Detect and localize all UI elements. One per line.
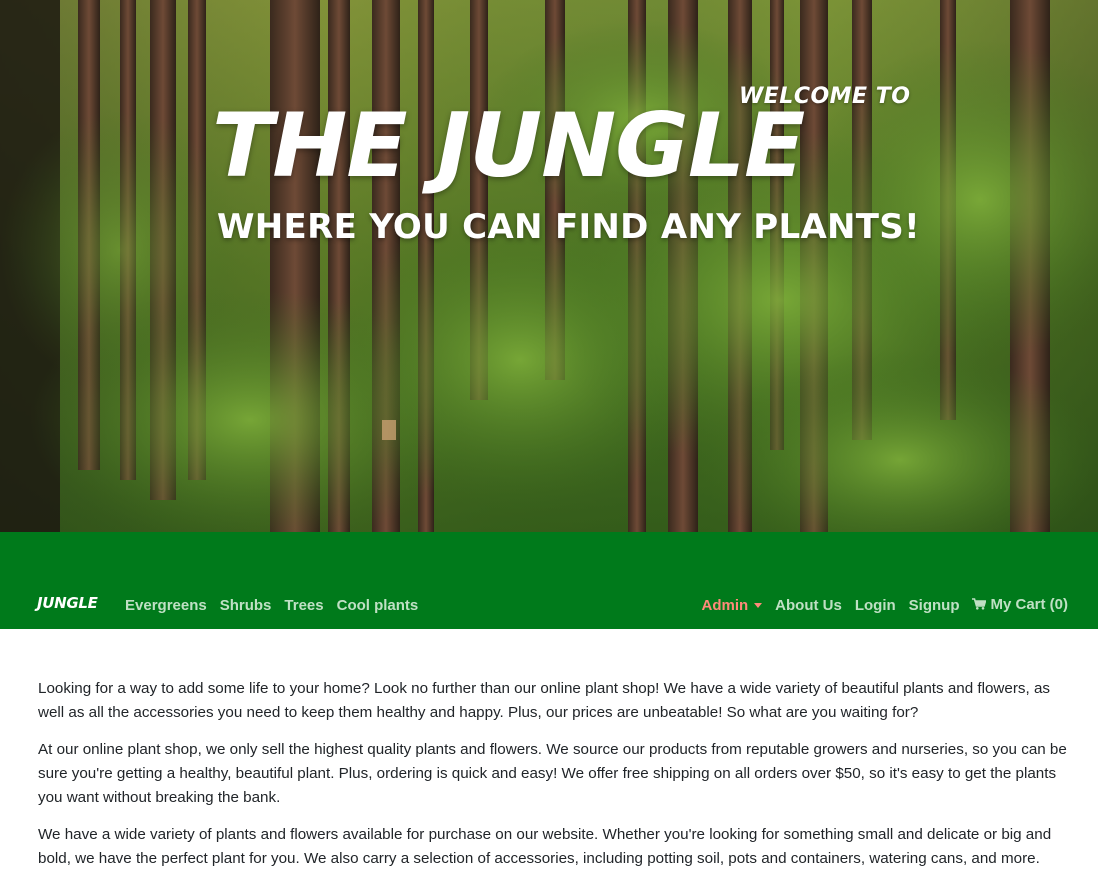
chevron-down-icon (754, 603, 763, 608)
nav-link-about-us[interactable]: About Us (775, 597, 842, 614)
intro-paragraph: At our online plant shop, we only sell t… (38, 741, 1067, 806)
my-cart-label: My Cart (0) (990, 595, 1068, 613)
nav-link-cool-plants[interactable]: Cool plants (337, 597, 419, 614)
nav-link-shrubs[interactable]: Shrubs (220, 597, 272, 614)
nav-link-login[interactable]: Login (855, 597, 896, 614)
shopping-cart-icon (972, 598, 987, 610)
hero-subtitle: WHERE YOU CAN FIND ANY PLANTS! (217, 207, 920, 247)
admin-label: Admin (701, 597, 749, 614)
hero-banner: WELCOME TO THE JUNGLE WHERE YOU CAN FIND… (0, 0, 1098, 532)
hero-title: THE JUNGLE (212, 94, 805, 197)
nav-link-trees[interactable]: Trees (284, 597, 323, 614)
intro-paragraph: We have a wide variety of plants and flo… (38, 826, 1052, 867)
brand-logo-link[interactable]: JUNGLE (37, 594, 98, 612)
category-nav: Evergreens Shrubs Trees Cool plants (125, 595, 431, 614)
my-cart-link[interactable]: My Cart (0) (972, 596, 1068, 613)
account-nav: Admin About Us Login Signup My Cart (0) (688, 595, 1068, 615)
admin-dropdown-toggle[interactable]: Admin (701, 597, 763, 614)
main-navbar (0, 532, 1098, 629)
intro-content: Looking for a way to add some life to yo… (38, 677, 1070, 884)
nav-link-signup[interactable]: Signup (909, 597, 960, 614)
forest-background-image (0, 0, 1098, 532)
intro-paragraph: Looking for a way to add some life to yo… (38, 680, 1050, 721)
nav-link-evergreens[interactable]: Evergreens (125, 597, 207, 614)
